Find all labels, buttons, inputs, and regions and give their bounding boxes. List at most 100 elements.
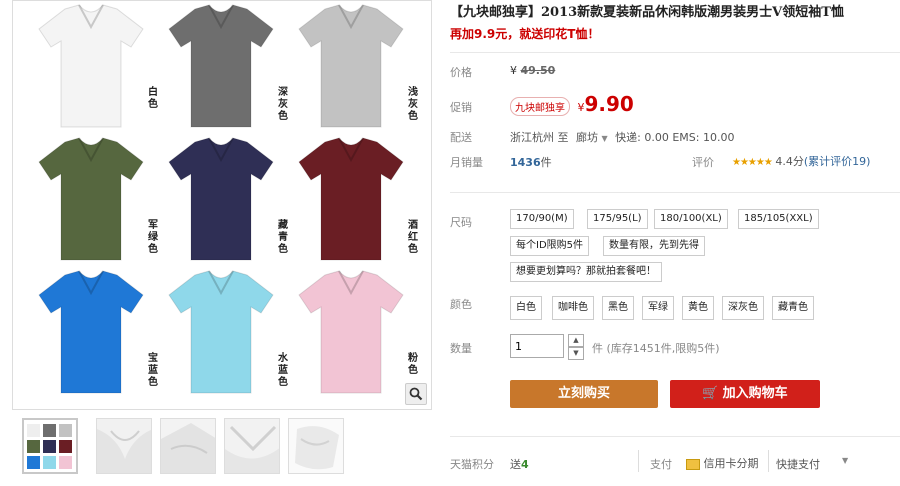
quantity-increase-button[interactable]: ▲ [568, 334, 584, 347]
size-option-xxl[interactable]: 185/105(XXL) [738, 209, 819, 229]
sales-label: 月销量 [450, 156, 483, 169]
tshirt-image [38, 137, 144, 261]
divider [768, 450, 769, 472]
thumbnail-white-collar [97, 419, 151, 473]
shipping-info: 浙江杭州 至 廊坊 ▼ 快递: 0.00 EMS: 10.00 [510, 129, 734, 145]
cart-icon: 🛒 [702, 386, 719, 401]
points-prefix: 送 [510, 458, 521, 471]
color-option-black[interactable]: 黑色 [602, 296, 634, 320]
tshirt-image [298, 137, 404, 261]
tshirt-image [38, 4, 144, 128]
quantity-label: 数量 [450, 342, 472, 355]
thumbnail-strip [22, 418, 432, 478]
color-swatch-shirt: 藏青色 [161, 134, 291, 267]
color-swatch-shirt: 宝蓝色 [31, 267, 161, 400]
shipping-to-word: 至 [557, 131, 569, 144]
thumbnail-3[interactable] [160, 418, 216, 474]
color-option-army-green[interactable]: 军绿 [642, 296, 674, 320]
divider [450, 436, 900, 437]
promo-price: 九块邮独享 ¥9.90 [510, 92, 634, 116]
product-title: 【九块邮独享】2013新款夏装新品休闲韩版潮男装男士V领短袖T恤 [450, 5, 844, 20]
color-swatch-shirt: 深灰色 [161, 1, 291, 134]
color-swatch-shirt: 白色 [31, 1, 161, 134]
pay-label: 支付 [650, 458, 672, 471]
color-label: 宝蓝色 [148, 353, 158, 388]
zoom-button[interactable] [405, 383, 427, 405]
rating-stars-icon: ★★★★★ [732, 157, 773, 168]
thumbnail-1[interactable] [22, 418, 78, 474]
color-option-white[interactable]: 白色 [510, 296, 542, 320]
credit-card-icon [686, 458, 700, 470]
add-to-cart-button[interactable]: 🛒 加入购物车 [670, 380, 820, 408]
promo-tag: 九块邮独享 [510, 97, 570, 116]
promo-label: 促销 [450, 101, 472, 114]
shipping-dest: 廊坊 [576, 131, 598, 144]
sales-count-value: 1436 [510, 156, 541, 169]
color-swatch-shirt: 军绿色 [31, 134, 161, 267]
rating-score: 4.4分 [775, 155, 804, 168]
stock-text: 件 (库存1451件,限购5件) [592, 342, 720, 355]
thumbnail-2[interactable] [96, 418, 152, 474]
shipping-label: 配送 [450, 131, 472, 144]
color-label: 粉色 [408, 353, 418, 376]
note-bundle[interactable]: 想要更划算吗？那就拍套餐吧！ [510, 262, 662, 282]
size-option-m[interactable]: 170/90(M) [510, 209, 574, 229]
color-label: 颜色 [450, 298, 472, 311]
note-limit[interactable]: 每个ID限购5件 [510, 236, 590, 256]
credit-card-label: 信用卡分期 [703, 457, 759, 470]
tshirt-image [298, 270, 404, 394]
original-price-value: 49.50 [520, 64, 556, 77]
color-label: 浅灰色 [408, 87, 418, 122]
magnifier-icon [409, 387, 423, 401]
thumbnail-4[interactable] [224, 418, 280, 474]
divider [450, 52, 900, 53]
review-count-link[interactable]: (累计评价19) [804, 155, 871, 168]
points-info: 送4 [510, 456, 529, 472]
sales-unit: 件 [540, 156, 552, 169]
points-label: 天猫积分 [450, 458, 494, 471]
promo-subtitle: 再加9.9元，就送印花T恤！ [450, 27, 600, 41]
rating-label: 评价 [692, 156, 714, 169]
color-label: 军绿色 [148, 220, 158, 255]
color-swatch-shirt: 粉色 [291, 267, 421, 400]
rating-block[interactable]: ★★★★★ 4.4分(累计评价19) [732, 153, 870, 169]
price-label: 价格 [450, 66, 472, 79]
quick-pay-label: 快捷支付 [776, 458, 820, 471]
note-limited-stock[interactable]: 数量有限，先到先得 [603, 236, 705, 256]
color-option-navy[interactable]: 藏青色 [772, 296, 814, 320]
color-option-yellow[interactable]: 黄色 [682, 296, 714, 320]
shipping-dest-select[interactable]: 廊坊 ▼ [576, 131, 608, 144]
thumbnail-grid-image [24, 420, 76, 472]
color-option-coffee[interactable]: 咖啡色 [552, 296, 594, 320]
promo-currency: ¥ [577, 101, 585, 114]
color-swatch-shirt: 浅灰色 [291, 1, 421, 134]
color-label: 深灰色 [278, 87, 288, 122]
quantity-decrease-button[interactable]: ▼ [568, 347, 584, 360]
points-value: 4 [521, 458, 529, 471]
thumbnail-5[interactable] [288, 418, 344, 474]
shipping-from: 浙江杭州 [510, 131, 554, 144]
thumbnail-white-sleeve [161, 419, 215, 473]
tshirt-image [168, 137, 274, 261]
thumbnail-white-neck [225, 419, 279, 473]
original-price: ¥ 49.50 [510, 64, 555, 77]
tshirt-image [38, 270, 144, 394]
quick-pay[interactable]: 快捷支付 [776, 456, 820, 472]
shipping-fees: 快递: 0.00 EMS: 10.00 [615, 131, 735, 144]
color-swatch-shirt: 水蓝色 [161, 267, 291, 400]
main-product-image[interactable]: 白色 深灰色 浅灰色军绿色 藏青色 酒红色宝蓝色 水蓝色 粉色 [12, 0, 432, 410]
color-option-dark-grey[interactable]: 深灰色 [722, 296, 764, 320]
size-option-xl[interactable]: 180/100(XL) [654, 209, 728, 229]
chevron-down-icon[interactable]: ▼ [842, 456, 848, 465]
credit-card-installment[interactable]: 信用卡分期 [686, 455, 759, 471]
color-label: 酒红色 [408, 220, 418, 255]
buy-now-button[interactable]: 立刻购买 [510, 380, 658, 408]
quantity-input[interactable] [510, 334, 564, 358]
product-details: 【九块邮独享】2013新款夏装新品休闲韩版潮男装男士V领短袖T恤 再加9.9元，… [450, 0, 900, 486]
sales-count: 1436件 [510, 154, 552, 170]
chevron-down-icon: ▼ [601, 134, 608, 143]
size-option-l[interactable]: 175/95(L) [587, 209, 648, 229]
product-gallery: 白色 深灰色 浅灰色军绿色 藏青色 酒红色宝蓝色 水蓝色 粉色 [12, 0, 432, 486]
tshirt-image [298, 4, 404, 128]
price-currency: ¥ [510, 64, 517, 77]
